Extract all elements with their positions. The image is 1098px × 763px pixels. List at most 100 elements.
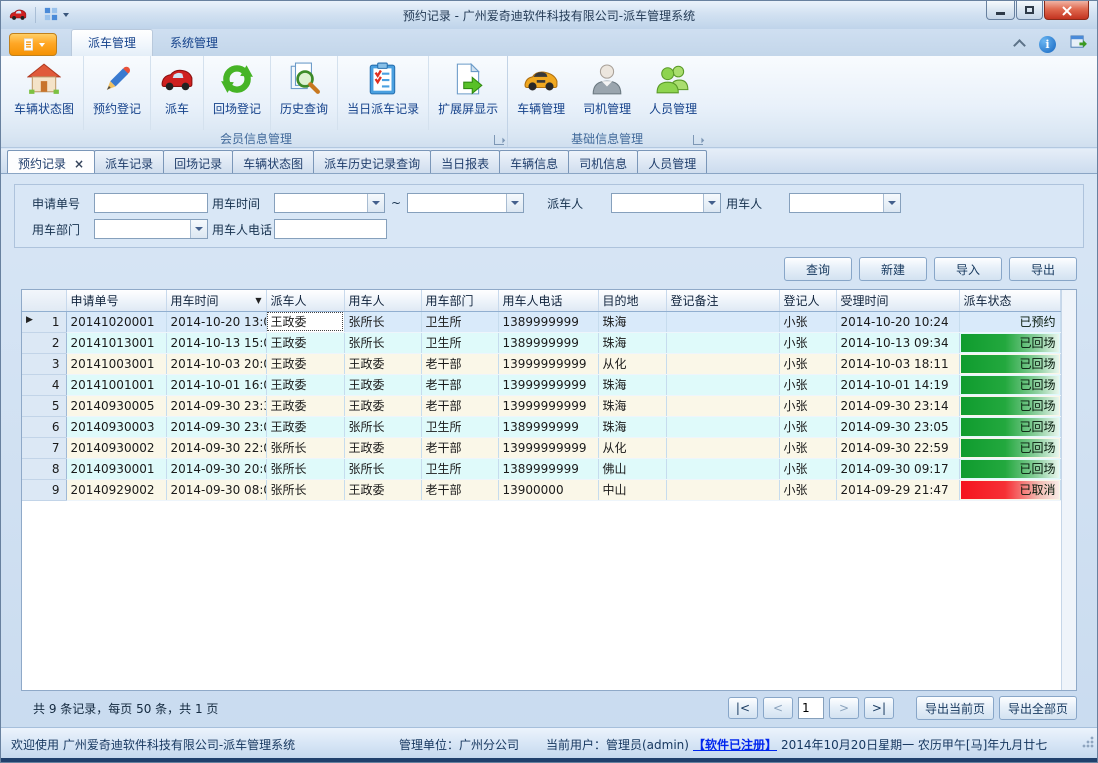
cell-dest[interactable]: 珠海 — [598, 332, 666, 353]
cell-phone[interactable]: 1389999999 — [498, 416, 598, 437]
dispatch-button[interactable]: 派车 — [150, 56, 203, 130]
minimize-button[interactable] — [986, 1, 1015, 20]
cell-dest[interactable]: 从化 — [598, 353, 666, 374]
personnel-management-button[interactable]: 人员管理 — [640, 56, 706, 130]
chevron-down-icon[interactable] — [190, 220, 207, 238]
column-header[interactable]: 登记人 — [779, 290, 836, 311]
cell-registrant[interactable]: 小张 — [779, 374, 836, 395]
row-indicator-cell[interactable]: 9 — [22, 479, 66, 500]
cell-dispatcher[interactable]: 王政委 — [266, 353, 344, 374]
cell-phone[interactable]: 13999999999 — [498, 353, 598, 374]
first-page-button[interactable]: |< — [728, 697, 758, 719]
export-button[interactable]: 导出 — [1009, 257, 1077, 281]
doc-tab[interactable]: 派车记录 — [94, 150, 164, 173]
cell-dispatch-status[interactable]: 已回场 — [959, 374, 1060, 395]
column-header[interactable]: 派车人 — [266, 290, 344, 311]
cell-dept[interactable]: 老干部 — [421, 374, 498, 395]
column-header[interactable]: 受理时间 — [836, 290, 959, 311]
cell-user[interactable]: 张所长 — [344, 311, 421, 332]
cell-remark[interactable] — [666, 332, 779, 353]
column-header[interactable]: 申请单号 — [66, 290, 166, 311]
row-indicator-cell[interactable]: 5 — [22, 395, 66, 416]
table-row[interactable]: 6201409300032014-09-30 23:00王政委张所长卫生所138… — [22, 416, 1060, 437]
cell-dept[interactable]: 卫生所 — [421, 416, 498, 437]
dialog-launcher-icon[interactable] — [494, 135, 504, 145]
cell-dispatcher[interactable]: 王政委 — [266, 374, 344, 395]
table-row[interactable]: 3201410030012014-10-03 20:00王政委王政委老干部139… — [22, 353, 1060, 374]
cell-user[interactable]: 王政委 — [344, 479, 421, 500]
cell-accepted[interactable]: 2014-09-30 09:17 — [836, 458, 959, 479]
order-no-input[interactable] — [94, 193, 208, 213]
column-header[interactable]: 派车状态 — [959, 290, 1060, 311]
import-button[interactable]: 导入 — [934, 257, 1002, 281]
table-row[interactable]: 9201409290022014-09-30 08:00张所长王政委老干部139… — [22, 479, 1060, 500]
column-header[interactable]: 用车人 — [344, 290, 421, 311]
today-dispatch-records-button[interactable]: 当日派车记录 — [337, 56, 428, 130]
cell-phone[interactable]: 13999999999 — [498, 437, 598, 458]
cell-dispatcher[interactable]: 张所长 — [266, 479, 344, 500]
cell-dispatch-status[interactable]: 已回场 — [959, 353, 1060, 374]
table-row[interactable]: 7201409300022014-09-30 22:00张所长王政委老干部139… — [22, 437, 1060, 458]
return-register-button[interactable]: 回场登记 — [203, 56, 270, 130]
page-number-input[interactable] — [798, 697, 824, 719]
cell-phone[interactable]: 13999999999 — [498, 395, 598, 416]
cell-dept[interactable]: 卫生所 — [421, 311, 498, 332]
cell-dispatch-status[interactable]: 已回场 — [959, 332, 1060, 353]
ribbon-tab-dispatch[interactable]: 派车管理 — [71, 29, 153, 56]
cell-dispatcher[interactable]: 张所长 — [266, 458, 344, 479]
cell-dest[interactable]: 珠海 — [598, 395, 666, 416]
cell-user[interactable]: 王政委 — [344, 353, 421, 374]
cell-phone[interactable]: 1389999999 — [498, 332, 598, 353]
column-header[interactable]: 用车时间▼ — [166, 290, 266, 311]
cell-remark[interactable] — [666, 353, 779, 374]
table-row[interactable]: 4201410010012014-10-01 16:00王政委王政委老干部139… — [22, 374, 1060, 395]
next-page-button[interactable]: > — [829, 697, 859, 719]
quick-access-dropdown-icon[interactable] — [63, 13, 69, 17]
cell-dept[interactable]: 老干部 — [421, 437, 498, 458]
cell-registrant[interactable]: 小张 — [779, 395, 836, 416]
cell-dest[interactable]: 佛山 — [598, 458, 666, 479]
cell-order-no[interactable]: 20140930001 — [66, 458, 166, 479]
doc-tab[interactable]: 车辆状态图 — [232, 150, 314, 173]
cell-accepted[interactable]: 2014-09-29 21:47 — [836, 479, 959, 500]
driver-management-button[interactable]: 司机管理 — [574, 56, 640, 130]
phone-input[interactable] — [274, 219, 387, 239]
cell-use-time[interactable]: 2014-10-03 20:00 — [166, 353, 266, 374]
dispatcher-combo[interactable] — [611, 193, 721, 213]
cell-remark[interactable] — [666, 437, 779, 458]
cell-remark[interactable] — [666, 458, 779, 479]
cell-dest[interactable]: 珠海 — [598, 374, 666, 395]
cell-use-time[interactable]: 2014-10-01 16:00 — [166, 374, 266, 395]
maximize-button[interactable] — [1016, 1, 1043, 20]
cell-dispatch-status[interactable]: 已取消 — [959, 479, 1060, 500]
row-indicator-cell[interactable]: 6 — [22, 416, 66, 437]
export-current-page-button[interactable]: 导出当前页 — [916, 696, 994, 720]
cell-use-time[interactable]: 2014-09-30 23:00 — [166, 416, 266, 437]
row-indicator-cell[interactable]: 4 — [22, 374, 66, 395]
cell-dept[interactable]: 老干部 — [421, 353, 498, 374]
float-window-icon[interactable] — [1070, 35, 1087, 53]
cell-dispatcher[interactable]: 王政委 — [266, 416, 344, 437]
cell-registrant[interactable]: 小张 — [779, 353, 836, 374]
chevron-down-icon[interactable] — [883, 194, 900, 212]
cell-accepted[interactable]: 2014-09-30 22:59 — [836, 437, 959, 458]
cell-accepted[interactable]: 2014-10-20 10:24 — [836, 311, 959, 332]
column-header[interactable]: 登记备注 — [666, 290, 779, 311]
cell-dispatch-status[interactable]: 已回场 — [959, 458, 1060, 479]
reservation-register-button[interactable]: 预约登记 — [83, 56, 150, 130]
doc-tab[interactable]: 回场记录 — [163, 150, 233, 173]
cell-user[interactable]: 王政委 — [344, 395, 421, 416]
prev-page-button[interactable]: < — [763, 697, 793, 719]
cell-use-time[interactable]: 2014-09-30 23:30 — [166, 395, 266, 416]
cell-dest[interactable]: 从化 — [598, 437, 666, 458]
cell-user[interactable]: 张所长 — [344, 458, 421, 479]
cell-user[interactable]: 王政委 — [344, 437, 421, 458]
cell-remark[interactable] — [666, 416, 779, 437]
cell-order-no[interactable]: 20140930003 — [66, 416, 166, 437]
chevron-down-icon[interactable] — [506, 194, 523, 212]
vehicle-management-button[interactable]: 车辆管理 — [508, 56, 574, 130]
ribbon-tab-system[interactable]: 系统管理 — [153, 29, 235, 56]
dept-combo[interactable] — [94, 219, 208, 239]
use-time-from-combo[interactable] — [274, 193, 385, 213]
cell-dispatcher[interactable]: 王政委 — [266, 395, 344, 416]
